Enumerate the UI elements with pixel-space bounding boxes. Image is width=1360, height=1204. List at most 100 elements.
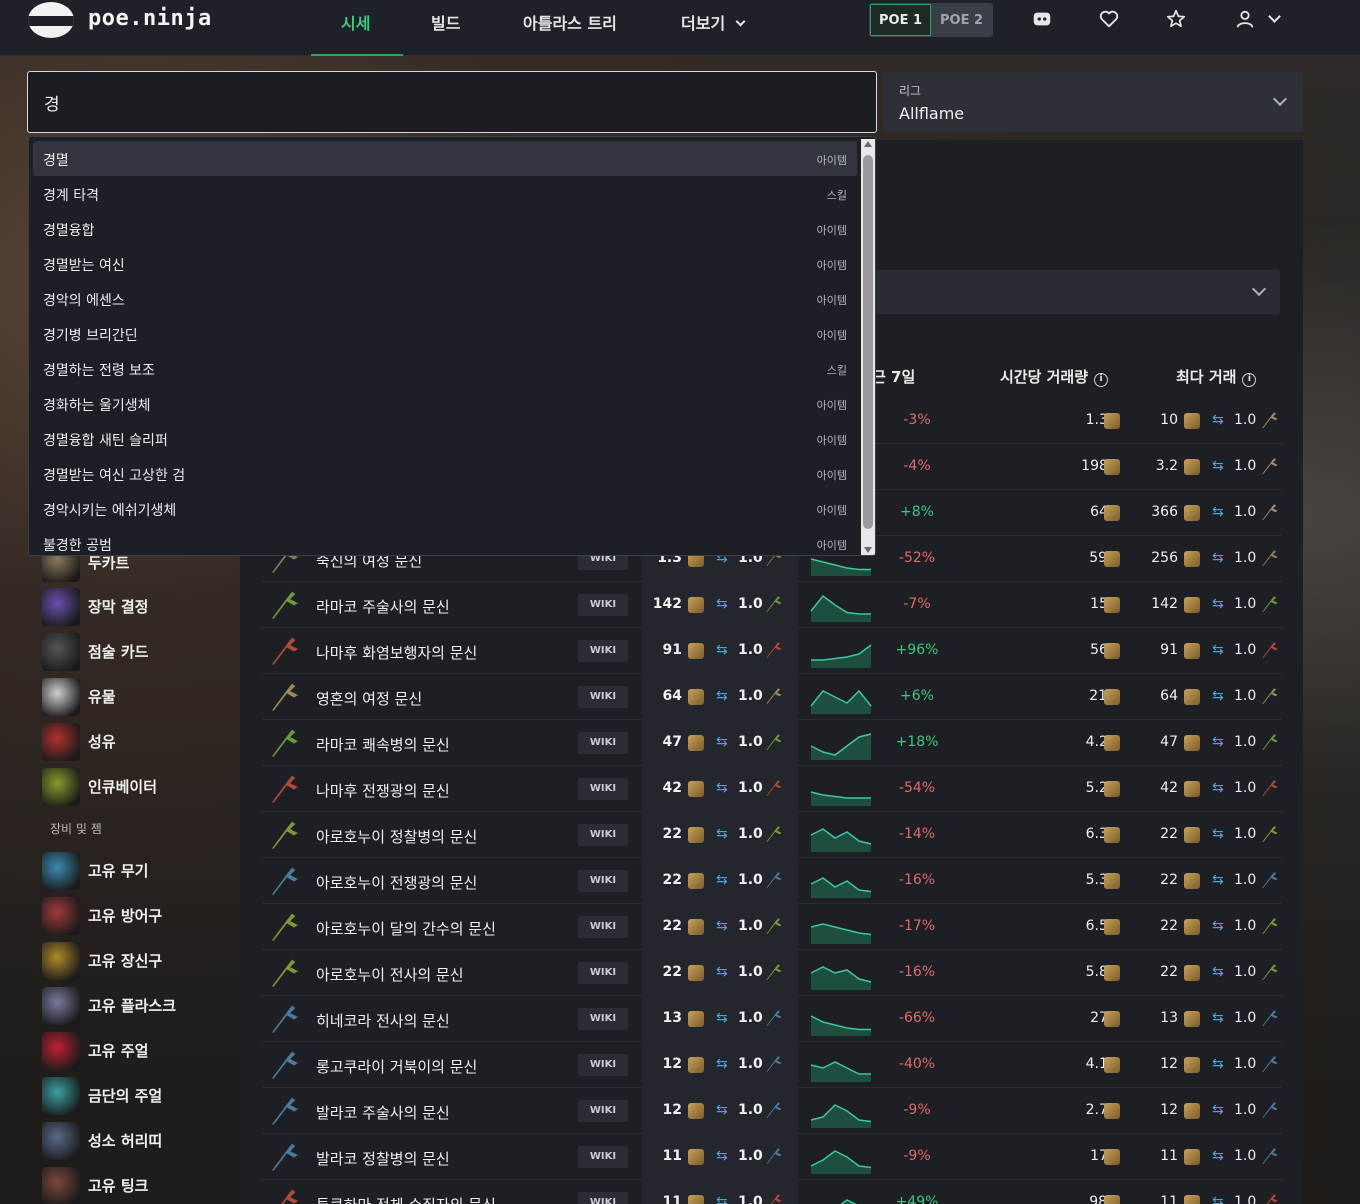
exchange-ratio: 1.0: [1234, 918, 1257, 934]
suggestion-item[interactable]: 불경한 공범 아이템: [33, 526, 857, 555]
table-row[interactable]: 아로호누이 전쟁광의 문신 WIKI 22 ⇆ 1.0 -16% 5.3k 22 ⇆ 1.0: [262, 858, 1282, 904]
suggestion-item[interactable]: 경화하는 울기생체 아이템: [33, 386, 857, 421]
discord-icon[interactable]: [1031, 8, 1053, 30]
wiki-link[interactable]: WIKI: [578, 1192, 628, 1204]
brand-name[interactable]: poe.ninja: [88, 6, 212, 31]
table-row[interactable]: 라마코 쾌속병의 문신 WIKI 47 ⇆ 1.0 +18% 4.2k 47 ⇆ 1.0: [262, 720, 1282, 766]
nav-market[interactable]: 시세: [341, 10, 370, 34]
info-icon[interactable]: i: [1094, 373, 1109, 387]
sidebar-item[interactable]: 고유 방어구: [42, 893, 232, 937]
sidebar-item[interactable]: 성유: [42, 719, 232, 763]
sidebar-item[interactable]: 유물: [42, 674, 232, 718]
suggestion-item[interactable]: 경멸 아이템: [33, 141, 857, 176]
suggestion-item[interactable]: 경멸융합 아이템: [33, 211, 857, 246]
item-name[interactable]: 아로호누이 전사의 문신: [316, 964, 464, 985]
sidebar-item[interactable]: 고유 플라스크: [42, 983, 232, 1027]
table-row[interactable]: 발라코 주술사의 문신 WIKI 12 ⇆ 1.0 -9% 2.7k 12 ⇆ 1.0: [262, 1088, 1282, 1134]
suggestion-item[interactable]: 경멸받는 여신 아이템: [33, 246, 857, 281]
suggestion-item[interactable]: 경악의 에센스 아이템: [33, 281, 857, 316]
col-volume[interactable]: 시간당 거래량 i: [1000, 366, 1109, 387]
suggestion-item[interactable]: 경기병 브리간딘 아이템: [33, 316, 857, 351]
scroll-thumb[interactable]: [863, 155, 873, 529]
user-menu-chevron-icon[interactable]: [1268, 10, 1281, 23]
item-name[interactable]: 발라코 정찰병의 문신: [316, 1148, 450, 1169]
table-row[interactable]: 아로호누이 정찰병의 문신 WIKI 22 ⇆ 1.0 -14% 6.3k 22 ⇆ 1.0: [262, 812, 1282, 858]
table-row[interactable]: 투쿠하마 전체 수집자의 문신 WIKI 11 ⇆ 1.0 +49% 985 11 ⇆ 1.0: [262, 1180, 1282, 1204]
volume-value: 4.1k: [1085, 1056, 1116, 1072]
sidebar-item-label: 성유: [88, 733, 116, 751]
suggestion-item[interactable]: 경멸융합 새틴 슬리퍼 아이템: [33, 421, 857, 456]
sidebar-item[interactable]: 고유 장신구: [42, 938, 232, 982]
tattoo-icon: [1261, 1101, 1279, 1119]
table-row[interactable]: 발라코 정찰병의 문신 WIKI 11 ⇆ 1.0 -9% 17k 11 ⇆ 1.0: [262, 1134, 1282, 1180]
wiki-link[interactable]: WIKI: [578, 640, 628, 662]
suggestion-item[interactable]: 경계 타격 스킬: [33, 176, 857, 211]
scroll-up-icon[interactable]: [864, 141, 872, 147]
sidebar-item[interactable]: 장막 결정: [42, 584, 232, 628]
item-name[interactable]: 아로호누이 달의 간수의 문신: [316, 918, 496, 939]
search-input[interactable]: [44, 90, 844, 114]
divine-orb-icon: [1104, 1057, 1120, 1073]
col-best[interactable]: 최다 거래 i: [1176, 366, 1257, 387]
sidebar-item[interactable]: 고유 팅크: [42, 1163, 232, 1204]
item-name[interactable]: 나마후 전쟁광의 문신: [316, 780, 450, 801]
sidebar-item[interactable]: 금단의 주얼: [42, 1073, 232, 1117]
sidebar-item[interactable]: 성소 허리띠: [42, 1118, 232, 1162]
item-name[interactable]: 아로호누이 정찰병의 문신: [316, 826, 477, 847]
item-name[interactable]: 투쿠하마 전체 수집자의 문신: [316, 1194, 496, 1204]
sidebar-item[interactable]: 고유 무기: [42, 848, 232, 892]
suggestion-item[interactable]: 경멸하는 전령 보조 스킬: [33, 351, 857, 386]
info-icon[interactable]: i: [1242, 373, 1257, 387]
search-box[interactable]: [27, 71, 877, 133]
item-name[interactable]: 영혼의 여정 문신: [316, 688, 422, 709]
item-name[interactable]: 라마코 쾌속병의 문신: [316, 734, 450, 755]
item-name[interactable]: 라마코 주술사의 문신: [316, 596, 450, 617]
table-row[interactable]: 롱고쿠라이 거북이의 문신 WIKI 12 ⇆ 1.0 -40% 4.1k 12 ⇆ 1.0: [262, 1042, 1282, 1088]
wiki-link[interactable]: WIKI: [578, 1008, 628, 1030]
star-icon[interactable]: [1165, 8, 1187, 30]
suggestion-item[interactable]: 경악시키는 에쉬기생체 아이템: [33, 491, 857, 526]
league-select[interactable]: 리그 Allflame: [883, 72, 1303, 132]
col-last7[interactable]: 근 7일: [872, 366, 915, 387]
wiki-link[interactable]: WIKI: [578, 732, 628, 754]
user-icon[interactable]: [1234, 8, 1256, 30]
tattoo-icon: [270, 958, 301, 988]
table-row[interactable]: 히네코라 전사의 문신 WIKI 13 ⇆ 1.0 -66% 27k 13 ⇆ 1.0: [262, 996, 1282, 1042]
wiki-link[interactable]: WIKI: [578, 778, 628, 800]
nav-builds[interactable]: 빌드: [431, 10, 460, 34]
table-row[interactable]: 아로호누이 달의 간수의 문신 WIKI 22 ⇆ 1.0 -17% 6.5k 22 ⇆ 1.0: [262, 904, 1282, 950]
sidebar-item[interactable]: 인큐베이터: [42, 764, 232, 808]
item-name[interactable]: 롱고쿠라이 거북이의 문신: [316, 1056, 477, 1077]
wiki-link[interactable]: WIKI: [578, 1054, 628, 1076]
divine-orb-icon: [688, 1011, 704, 1027]
wiki-link[interactable]: WIKI: [578, 870, 628, 892]
table-row[interactable]: 나마후 전쟁광의 문신 WIKI 42 ⇆ 1.0 -54% 5.2k 42 ⇆ 1.0: [262, 766, 1282, 812]
table-row[interactable]: 라마코 주술사의 문신 WIKI 142 ⇆ 1.0 -7% 15k 142 ⇆ 1.0: [262, 582, 1282, 628]
wiki-link[interactable]: WIKI: [578, 594, 628, 616]
sidebar-item[interactable]: 점술 카드: [42, 629, 232, 673]
poe1-button[interactable]: POE 1: [870, 4, 932, 36]
dropdown-scrollbar[interactable]: [861, 139, 875, 555]
suggestion-item[interactable]: 경멸받는 여신 고상한 검 아이템: [33, 456, 857, 491]
filter-select[interactable]: [862, 270, 1280, 314]
sidebar-item[interactable]: 고유 주얼: [42, 1028, 232, 1072]
wiki-link[interactable]: WIKI: [578, 824, 628, 846]
scroll-down-icon[interactable]: [864, 547, 872, 553]
poe2-button[interactable]: POE 2: [931, 4, 992, 36]
item-name[interactable]: 나마후 화염보행자의 문신: [316, 642, 477, 663]
table-row[interactable]: 나마후 화염보행자의 문신 WIKI 91 ⇆ 1.0 +96% 56k 91 ⇆ 1.0: [262, 628, 1282, 674]
item-name[interactable]: 히네코라 전사의 문신: [316, 1010, 450, 1031]
item-name[interactable]: 아로호누이 전쟁광의 문신: [316, 872, 477, 893]
wiki-link[interactable]: WIKI: [578, 1146, 628, 1168]
table-row[interactable]: 영혼의 여정 문신 WIKI 64 ⇆ 1.0 +6% 214 64 ⇆ 1.0: [262, 674, 1282, 720]
nav-atlas-tree[interactable]: 아틀라스 트리: [523, 10, 617, 34]
heart-icon[interactable]: [1098, 8, 1120, 30]
item-name[interactable]: 발라코 주술사의 문신: [316, 1102, 450, 1123]
wiki-link[interactable]: WIKI: [578, 962, 628, 984]
ninja-logo-icon[interactable]: [28, 2, 74, 38]
wiki-link[interactable]: WIKI: [578, 916, 628, 938]
nav-more[interactable]: 더보기: [681, 10, 746, 34]
wiki-link[interactable]: WIKI: [578, 1100, 628, 1122]
wiki-link[interactable]: WIKI: [578, 686, 628, 708]
table-row[interactable]: 아로호누이 전사의 문신 WIKI 22 ⇆ 1.0 -16% 5.8k 22 ⇆ 1.0: [262, 950, 1282, 996]
